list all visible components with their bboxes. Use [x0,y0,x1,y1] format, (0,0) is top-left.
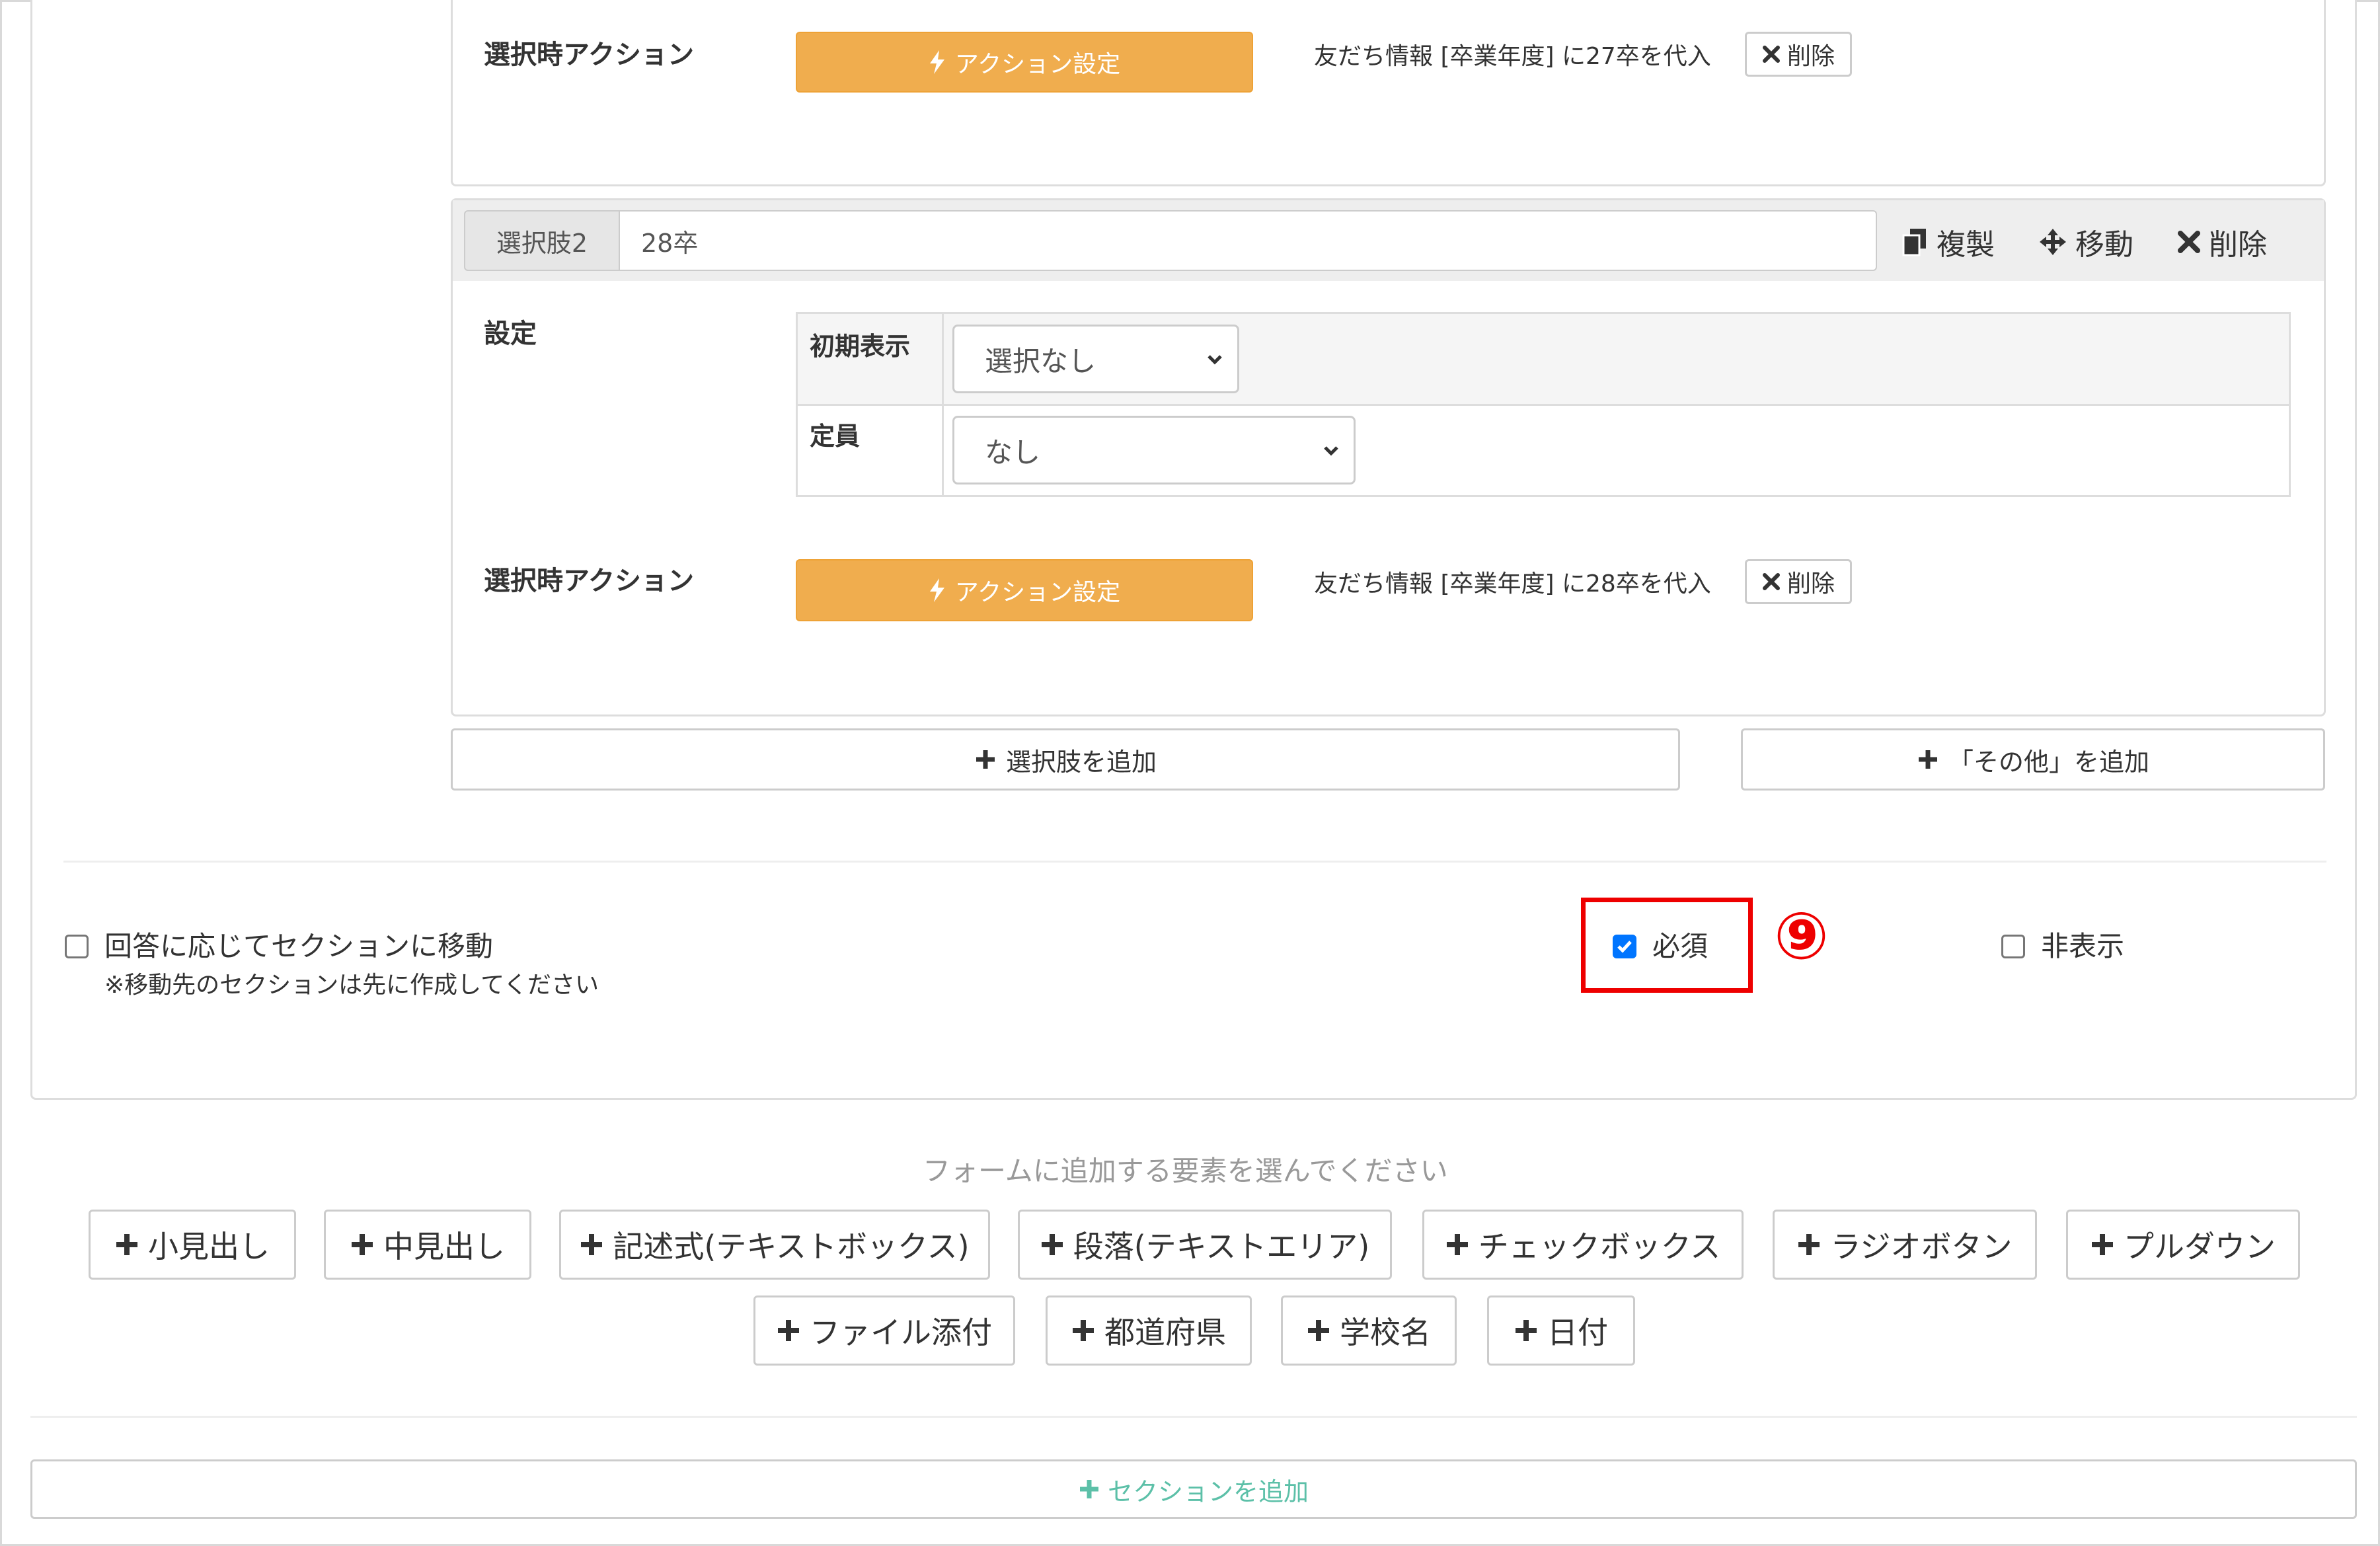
initial-display-label: 初期表示 [810,332,911,361]
choice-1-panel [451,0,2326,186]
element-label: ラジオボタン [1830,1229,2013,1264]
element-label: 中見出し [383,1229,505,1264]
choice-2-action-text: 友だち情報 [卒業年度] に28卒を代入 [1314,570,1711,598]
required-checkbox[interactable] [1613,935,1636,958]
delete-choice-button[interactable]: 削除 [2177,221,2267,263]
add-section-label: セクションを追加 [1107,1477,1309,1506]
initial-display-select[interactable]: 選択なし [952,325,1239,393]
add-prefecture-button[interactable]: 都道府県 [1046,1295,1252,1366]
add-textbox-button[interactable]: 記述式(テキストボックス) [559,1210,990,1280]
element-label: 都道府県 [1104,1315,1226,1350]
plus-icon [976,750,995,769]
choice-1-action-label: 選択時アクション [484,40,694,70]
choice-1-action-text: 友だち情報 [卒業年度] に27卒を代入 [1314,43,1711,70]
add-other-button[interactable]: 「その他」を追加 [1741,728,2325,791]
section-divider [30,1416,2357,1418]
hidden-label: 非表示 [2041,930,2125,962]
choice-2-action-label: 選択時アクション [484,566,694,596]
add-element-hint: フォームに追加する要素を選んでください [923,1155,1448,1187]
element-label: ファイル添付 [810,1315,992,1350]
settings-col-divider [942,314,944,495]
check-icon [1617,941,1632,953]
copy-icon [1902,229,1926,256]
annotation-badge: ⑨ [1774,899,1829,974]
plus-icon [1516,1320,1537,1341]
add-textarea-button[interactable]: 段落(テキストエリア) [1018,1210,1392,1280]
element-label: 学校名 [1340,1315,1431,1350]
move-label: 移動 [2075,228,2133,262]
add-pulldown-button[interactable]: プルダウン [2066,1210,2300,1280]
action-button-label: アクション設定 [954,579,1121,606]
section-jump-note: ※移動先のセクションは先に作成してください [104,972,599,999]
section-jump-checkbox[interactable] [65,935,89,958]
settings-table: 初期表示 定員 選択なし なし [796,312,2291,497]
plus-icon [1918,750,1937,769]
delete-label: 削除 [1786,570,1835,598]
add-school-button[interactable]: 学校名 [1281,1295,1457,1366]
copy-button[interactable]: 複製 [1901,221,1995,263]
element-label: 日付 [1547,1315,1608,1350]
choice-1-action-delete-button[interactable]: 削除 [1745,32,1852,77]
choice-2-action-button[interactable]: アクション設定 [796,559,1253,621]
hidden-checkbox[interactable] [2001,935,2025,958]
delete-label: 削除 [2209,228,2267,262]
add-choice-button[interactable]: 選択肢を追加 [451,728,1680,791]
choice-2-prefix: 選択肢2 [464,210,620,271]
choice-2-action-delete-button[interactable]: 削除 [1745,559,1852,604]
capacity-select[interactable]: なし [952,416,1356,484]
element-label: プルダウン [2124,1229,2276,1264]
plus-icon [352,1234,373,1255]
choice-1-action-button[interactable]: アクション設定 [796,32,1253,93]
capacity-label: 定員 [810,422,861,451]
add-file-button[interactable]: ファイル添付 [753,1295,1015,1366]
plus-icon [581,1234,603,1255]
chevron-down-icon [1208,355,1222,365]
plus-icon [1079,1480,1098,1498]
add-other-label: 「その他」を追加 [1948,747,2149,777]
capacity-value: なし [985,436,1041,469]
add-section-button[interactable]: セクションを追加 [30,1459,2357,1519]
element-label: 記述式(テキストボックス) [613,1229,970,1264]
element-label: チェックボックス [1478,1229,1721,1264]
plus-icon [778,1320,799,1341]
settings-label: 設定 [484,319,537,349]
plus-icon [1308,1320,1329,1341]
add-choice-label: 選択肢を追加 [1005,747,1157,777]
plus-icon [116,1234,137,1255]
add-checkbox-button[interactable]: チェックボックス [1422,1210,1744,1280]
element-label: 段落(テキストエリア) [1073,1229,1370,1264]
bolt-icon [929,50,944,74]
add-medium-heading-button[interactable]: 中見出し [324,1210,531,1280]
bolt-icon [929,578,944,602]
choice-2-text-input[interactable]: 28卒 [620,210,1877,271]
plus-icon [1446,1234,1468,1255]
chevron-down-icon [1324,446,1338,456]
plus-icon [2092,1234,2113,1255]
action-button-label: アクション設定 [954,51,1121,78]
section-jump-label: 回答に応じてセクションに移動 [104,930,494,962]
arrows-icon [2040,229,2066,255]
add-radio-button[interactable]: ラジオボタン [1773,1210,2037,1280]
plus-icon [1041,1234,1063,1255]
add-small-heading-button[interactable]: 小見出し [89,1210,296,1280]
element-label: 小見出し [148,1229,270,1264]
delete-label: 削除 [1786,43,1835,70]
plus-icon [1798,1234,1820,1255]
settings-row-divider [798,404,2289,406]
move-button[interactable]: 移動 [2038,221,2133,263]
options-divider [63,861,2326,863]
initial-display-value: 選択なし [985,344,1096,377]
plus-icon [1073,1320,1094,1341]
times-icon [2178,231,2200,253]
times-icon [1762,573,1780,590]
copy-label: 複製 [1937,228,1995,262]
add-date-button[interactable]: 日付 [1487,1295,1635,1366]
required-label: 必須 [1652,930,1708,962]
times-icon [1762,46,1780,63]
